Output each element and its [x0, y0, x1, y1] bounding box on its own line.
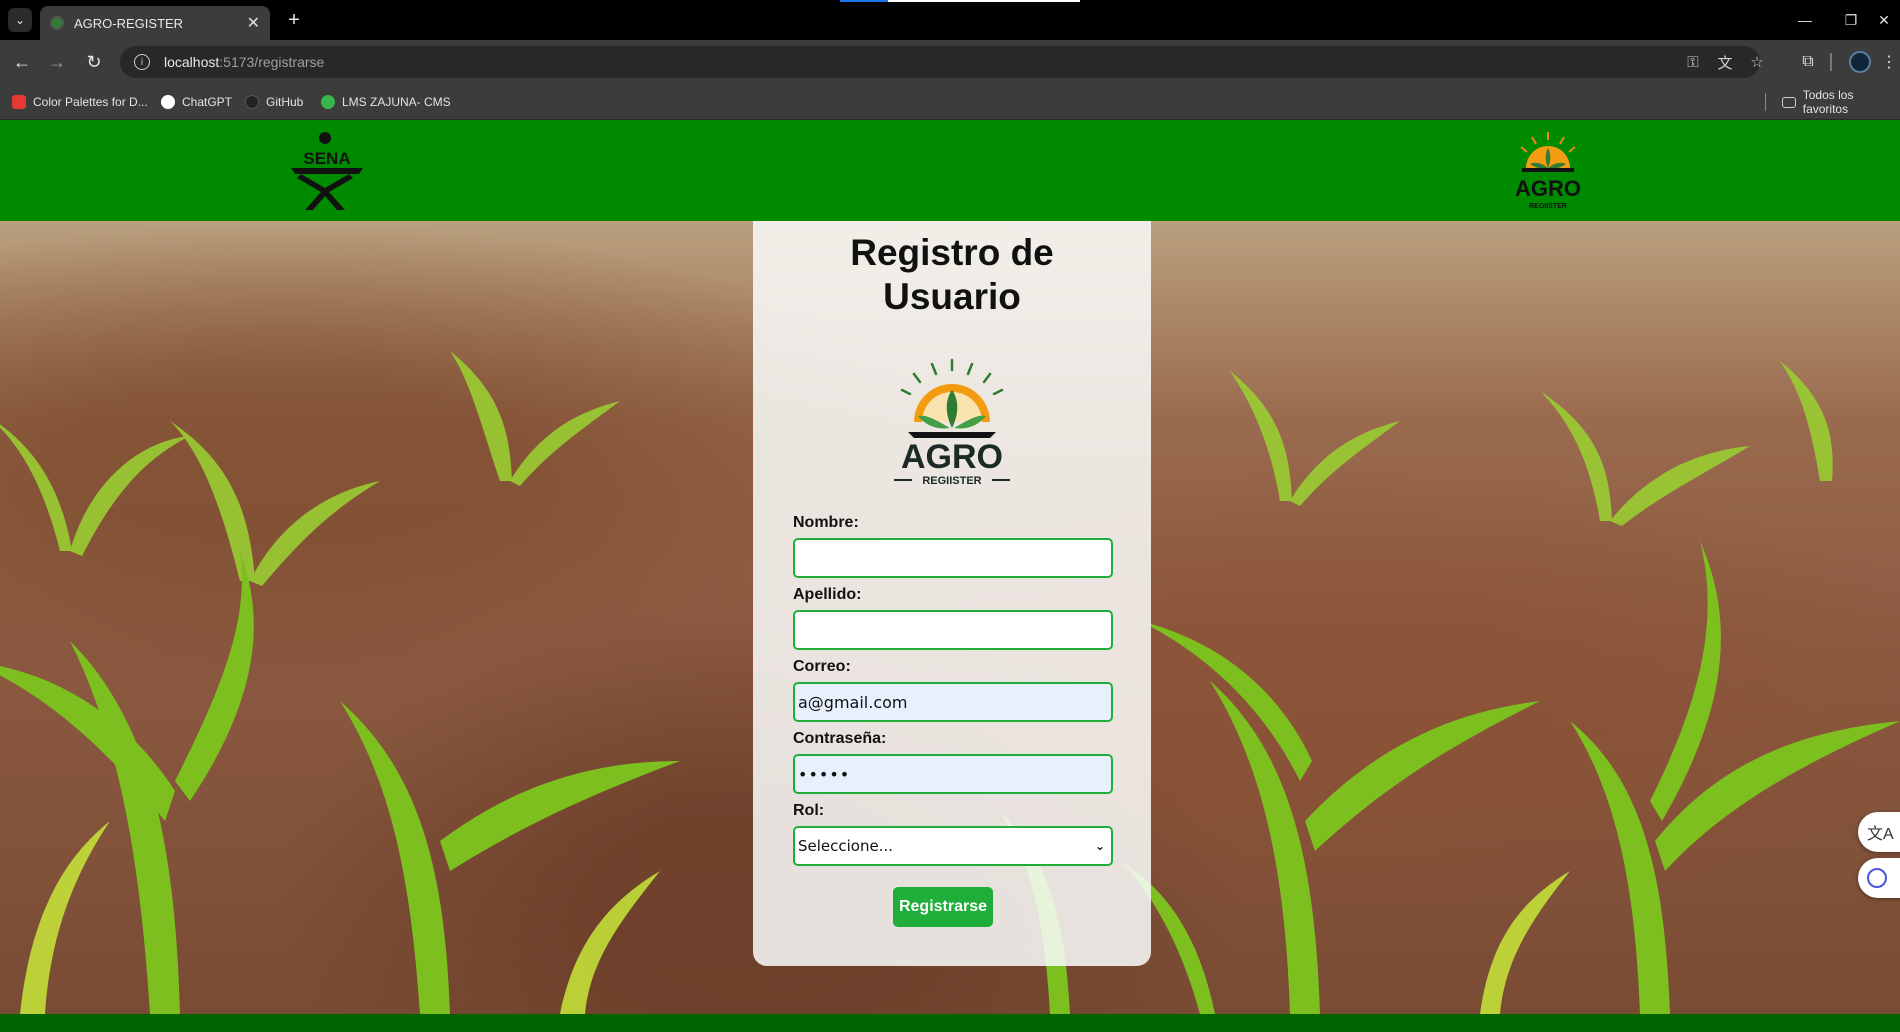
forward-icon[interactable]: → — [45, 50, 69, 74]
window-drag-indicator-accent — [840, 0, 888, 2]
bookmark-github[interactable]: GitHub — [245, 93, 303, 111]
site-info-icon[interactable]: i — [134, 54, 150, 70]
svg-text:REGIISTER: REGIISTER — [1529, 203, 1567, 210]
chatgpt-icon — [161, 95, 175, 109]
bookmark-label: LMS ZAJUNA- CMS — [342, 95, 451, 109]
bookmark-star-icon[interactable]: ☆ — [1748, 53, 1766, 71]
bookmark-label: Color Palettes for D... — [33, 95, 148, 109]
rol-selected-value: Seleccione... — [798, 837, 894, 855]
bookmark-color-palettes[interactable]: Color Palettes for D... — [12, 93, 148, 111]
tab-favicon-icon — [50, 16, 64, 30]
bookmark-label: GitHub — [266, 95, 304, 109]
browser-tab[interactable]: AGRO-REGISTER ✕ — [40, 6, 270, 40]
svg-text:REGIISTER: REGIISTER — [922, 475, 981, 487]
translate-widget-icon[interactable]: 文A — [1858, 812, 1900, 852]
url-host: localhost — [164, 54, 220, 70]
github-icon — [245, 95, 259, 109]
nombre-input[interactable] — [793, 538, 1113, 578]
site-header: SENA AGRO REGIISTER — [0, 120, 1900, 221]
password-key-icon[interactable]: ⚿ — [1684, 53, 1702, 71]
agro-header-logo: AGRO REGIISTER — [1515, 132, 1581, 210]
tab-close-icon[interactable]: ✕ — [247, 13, 260, 33]
bookmarks-separator — [1765, 93, 1766, 111]
form-title: Registro de Usuario — [753, 231, 1151, 319]
browser-toolbar: ← → ↻ i localhost:5173/registrarse ⚿ 文 ☆… — [0, 40, 1900, 84]
assistant-widget-icon[interactable] — [1858, 858, 1900, 898]
bookmark-chatgpt[interactable]: ChatGPT — [161, 93, 232, 111]
register-form-card: Registro de Usuario AGRO REGIISTER Nombr… — [753, 221, 1151, 966]
page-viewport: SENA AGRO REGIISTER Registro de Usuario — [0, 120, 1900, 1032]
apellido-input[interactable] — [793, 610, 1113, 650]
browser-menu-icon[interactable]: ⋮ — [1881, 50, 1897, 74]
bookmark-label: ChatGPT — [182, 95, 233, 109]
address-bar[interactable]: i localhost:5173/registrarse — [120, 46, 1760, 78]
correo-label: Correo: — [793, 658, 851, 675]
bookmark-lms-zajuna[interactable]: LMS ZAJUNA- CMS — [321, 93, 451, 111]
password-input[interactable]: ••••• — [793, 754, 1113, 794]
folder-icon — [1782, 96, 1796, 108]
form-title-line2: Usuario — [883, 276, 1021, 317]
sena-logo: SENA — [291, 132, 363, 210]
nombre-label: Nombre: — [793, 514, 859, 531]
correo-input[interactable]: a@gmail.com — [793, 682, 1113, 722]
reload-icon[interactable]: ↻ — [82, 50, 106, 74]
password-label: Contraseña: — [793, 730, 887, 747]
bookmarks-bar: Color Palettes for D... ChatGPT GitHub L… — [0, 84, 1900, 120]
form-title-line1: Registro de — [850, 232, 1054, 273]
all-bookmarks-folder[interactable]: Todos los favoritos — [1782, 88, 1900, 116]
agro-register-logo: AGRO REGIISTER — [894, 358, 1010, 487]
profile-avatar[interactable] — [1849, 51, 1871, 73]
zajuna-icon — [321, 95, 335, 109]
minimize-icon[interactable]: — — [1782, 0, 1828, 40]
url-path: :5173/registrarse — [219, 54, 325, 70]
palette-icon — [12, 95, 26, 109]
toolbar-divider — [1830, 53, 1832, 71]
bookmark-label: Todos los favoritos — [1802, 88, 1854, 116]
new-tab-icon[interactable]: + — [282, 8, 306, 32]
register-submit-button[interactable]: Registrarse — [893, 887, 993, 927]
tab-title: AGRO-REGISTER — [74, 15, 184, 31]
browser-tab-strip: ⌄ AGRO-REGISTER ✕ + — ❐ ✕ — [0, 0, 1900, 40]
extensions-icon[interactable]: ⧉ — [1796, 50, 1820, 74]
svg-text:AGRO: AGRO — [1515, 176, 1581, 201]
back-icon[interactable]: ← — [10, 50, 34, 74]
svg-text:AGRO: AGRO — [901, 438, 1003, 476]
translate-icon[interactable]: 文 — [1716, 53, 1734, 72]
site-footer-bar — [0, 1014, 1900, 1032]
svg-text:SENA: SENA — [303, 149, 350, 168]
chevron-down-icon: ⌄ — [1094, 839, 1105, 853]
close-window-icon[interactable]: ✕ — [1868, 0, 1900, 40]
rol-label: Rol: — [793, 802, 825, 819]
tab-search-icon[interactable]: ⌄ — [8, 8, 32, 32]
rol-select[interactable]: Seleccione... ⌄ — [793, 826, 1113, 866]
apellido-label: Apellido: — [793, 586, 862, 603]
